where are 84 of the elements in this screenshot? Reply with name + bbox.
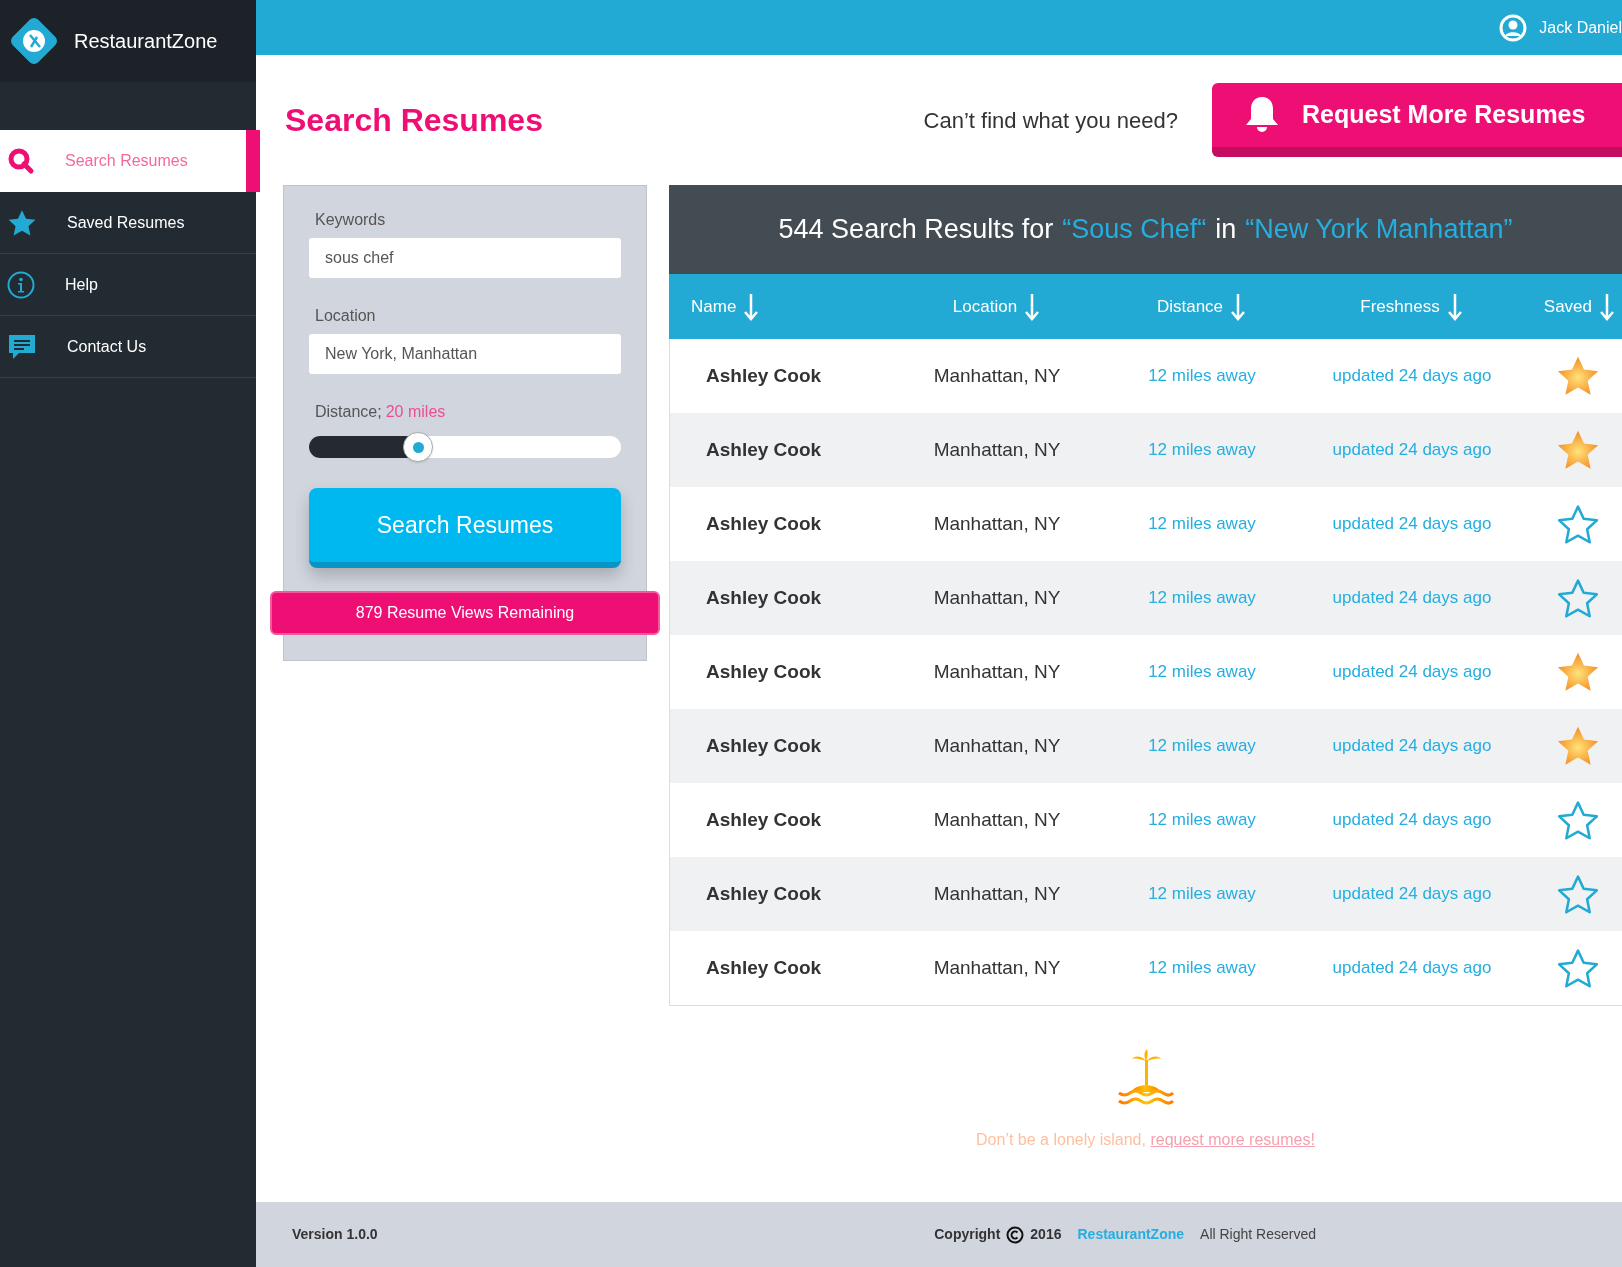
page-title: Search Resumes	[285, 101, 544, 140]
table-row[interactable]: Ashley Cook Manhattan, NY 12 miles away updated 24 days ago	[670, 709, 1622, 783]
distance-label: Distance;	[315, 402, 382, 422]
request-more-button[interactable]: Request More Resumes	[1212, 83, 1622, 157]
table-cell-text: updated 24 days ago	[1331, 661, 1493, 684]
table-cell-text: updated 24 days ago	[1331, 587, 1493, 610]
table-cell-text: updated 24 days ago	[1331, 735, 1493, 758]
star-icon[interactable]	[1556, 725, 1600, 767]
table-cell-text: 12 miles away	[1147, 439, 1257, 462]
sort-arrow-icon[interactable]	[1231, 292, 1246, 321]
brand-name: RestaurantZone	[74, 29, 218, 54]
table-cell-text: Ashley Cook	[706, 733, 823, 758]
island-icon	[1116, 1048, 1175, 1106]
sidebar-item[interactable]: Help	[0, 254, 256, 316]
star-icon	[7, 208, 37, 237]
results-location: “New York Manhattan”	[1245, 213, 1513, 247]
table-cell-text: Manhattan, NY	[932, 733, 1062, 758]
copyright-icon	[1006, 1225, 1025, 1244]
table-cell-text: Ashley Cook	[706, 659, 823, 684]
table-cell-text: updated 24 days ago	[1331, 809, 1493, 832]
table-cell-text: updated 24 days ago	[1331, 883, 1493, 906]
star-outline-icon[interactable]	[1556, 873, 1600, 915]
info-icon	[7, 270, 35, 299]
table-cell-text: 12 miles away	[1147, 883, 1257, 906]
table-cell-text: 12 miles away	[1147, 587, 1257, 610]
sort-arrow-icon[interactable]	[1025, 292, 1040, 321]
star-icon[interactable]	[1556, 355, 1600, 397]
table-cell-text: updated 24 days ago	[1331, 365, 1493, 388]
sort-arrow-icon[interactable]	[1600, 292, 1614, 321]
star-outline-icon[interactable]	[1556, 503, 1600, 545]
results-query: “Sous Chef“	[1062, 213, 1207, 247]
table-cell-text: updated 24 days ago	[1331, 513, 1493, 536]
empty-message: Don’t be a lonely island, request more resumes!	[976, 1130, 1315, 1150]
table-cell-text: Manhattan, NY	[932, 955, 1062, 980]
results-count: 544 Search Results for	[778, 213, 1054, 247]
table-cell-text: Ashley Cook	[706, 955, 823, 980]
distance-slider-thumb[interactable]	[403, 432, 434, 462]
table-cell-text: Manhattan, NY	[932, 881, 1062, 906]
request-prompt: Can’t find what you need?	[923, 106, 1178, 135]
table-row[interactable]: Ashley Cook Manhattan, NY 12 miles away updated 24 days ago	[670, 413, 1622, 487]
table-cell-text: Ashley Cook	[706, 363, 823, 388]
table-cell-text: Manhattan, NY	[932, 585, 1062, 610]
distance-value: 20 miles	[385, 402, 446, 422]
location-label: Location	[315, 306, 377, 326]
table-row[interactable]: Ashley Cook Manhattan, NY 12 miles away updated 24 days ago	[670, 561, 1622, 635]
star-outline-icon[interactable]	[1556, 799, 1600, 841]
search-icon	[7, 147, 35, 175]
keywords-field[interactable]: sous chef	[309, 238, 621, 278]
table-cell-text: Ashley Cook	[706, 511, 823, 536]
copyright-year: 2016	[1030, 1225, 1062, 1244]
table-cell-text: Ashley Cook	[706, 881, 823, 906]
table-cell-text: Manhattan, NY	[932, 659, 1062, 684]
table-cell-text: 12 miles away	[1147, 513, 1257, 536]
table-cell-text: Manhattan, NY	[932, 363, 1062, 388]
table-cell-text: Manhattan, NY	[932, 807, 1062, 832]
star-outline-icon[interactable]	[1556, 947, 1600, 989]
table-cell-text: 12 miles away	[1147, 957, 1257, 980]
table-cell-text: 12 miles away	[1147, 661, 1257, 684]
table-cell-text: updated 24 days ago	[1331, 439, 1493, 462]
copyright-label: Copyright	[934, 1225, 1001, 1244]
table-cell-text: Ashley Cook	[706, 585, 823, 610]
results-connector: in	[1215, 213, 1237, 247]
table-cell-text: Ashley Cook	[706, 807, 823, 832]
table-cell-text: 12 miles away	[1147, 365, 1257, 388]
table-cell-text: 12 miles away	[1147, 809, 1257, 832]
keywords-label: Keywords	[315, 210, 387, 230]
table-cell-text: 12 miles away	[1147, 735, 1257, 758]
table-cell-text: updated 24 days ago	[1331, 957, 1493, 980]
user-avatar-icon[interactable]	[1499, 13, 1528, 42]
sort-arrow-icon[interactable]	[1447, 292, 1462, 321]
table-cell-text: Ashley Cook	[706, 437, 823, 462]
table-row[interactable]: Ashley Cook Manhattan, NY 12 miles away updated 24 days ago	[670, 857, 1622, 931]
table-cell-text: Manhattan, NY	[932, 511, 1062, 536]
star-icon[interactable]	[1556, 429, 1600, 471]
star-outline-icon[interactable]	[1556, 577, 1600, 619]
location-field[interactable]: New York, Manhattan	[309, 334, 621, 374]
table-cell-text: Manhattan, NY	[932, 437, 1062, 462]
sidebar-item[interactable]: Contact Us	[0, 316, 256, 378]
star-icon[interactable]	[1556, 651, 1600, 693]
sort-arrow-icon[interactable]	[744, 292, 759, 321]
version-text: Version 1.0.0	[292, 1225, 379, 1244]
views-remaining-banner: 879 Resume Views Remaining	[270, 591, 660, 635]
sidebar-item[interactable]: Saved Resumes	[0, 192, 256, 254]
rights-text: All Right Reserved	[1200, 1225, 1316, 1244]
